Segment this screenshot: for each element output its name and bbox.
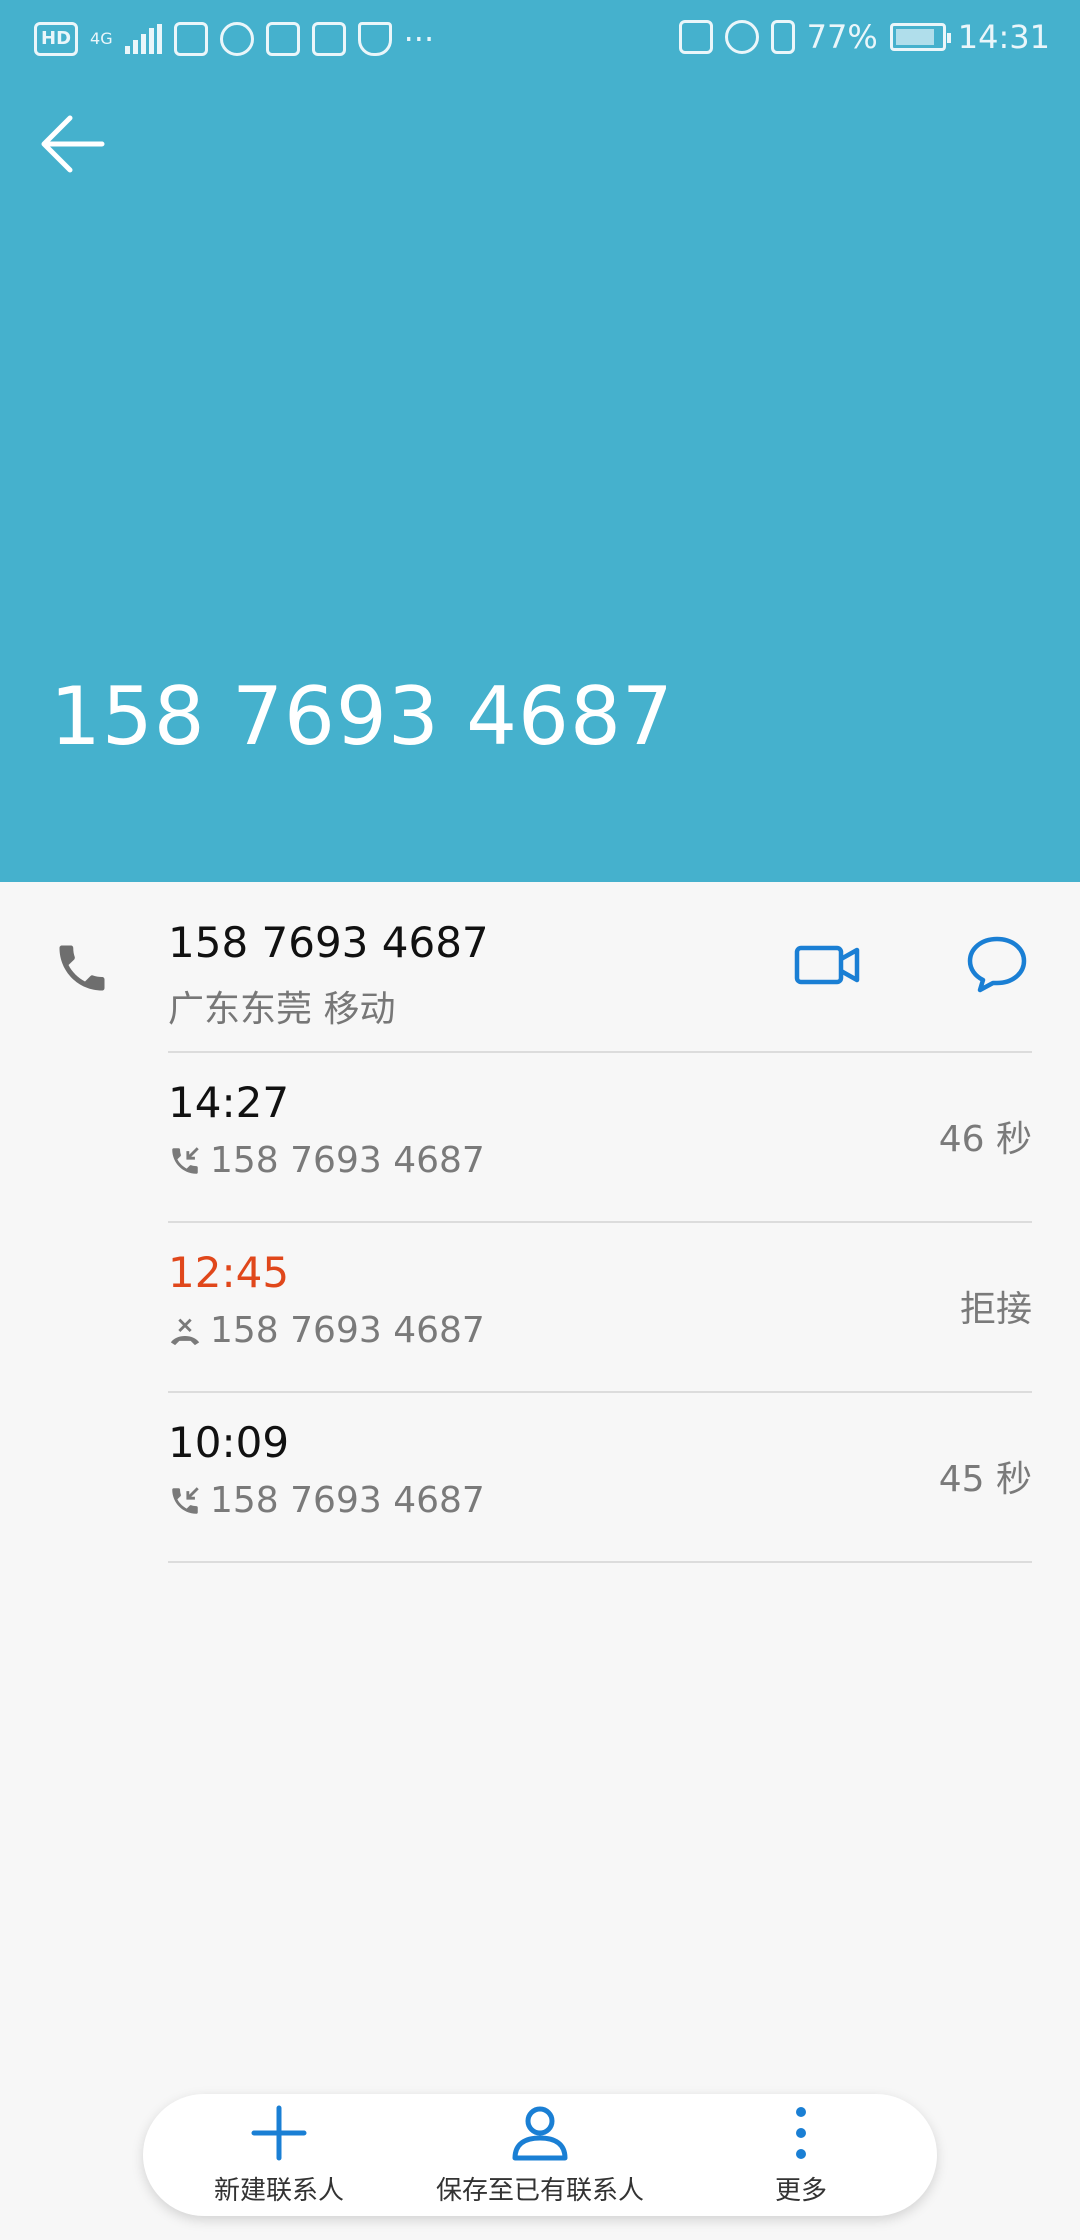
call-log-row[interactable]: 12:45 158 7693 4687 拒接: [0, 1222, 1080, 1390]
shield-icon: [357, 22, 392, 56]
call-number: 158 7693 4687: [210, 1140, 485, 1181]
video-call-icon[interactable]: [794, 940, 860, 990]
new-contact-label: 新建联系人: [213, 2176, 344, 2206]
page-title: 158 7693 4687: [50, 670, 674, 763]
contact-number: 158 7693 4687: [168, 918, 489, 967]
wechat-icon: [219, 22, 254, 56]
divider: [168, 1561, 1032, 1563]
hd-icon: HD: [34, 22, 79, 56]
call-detail: 158 7693 4687: [168, 1310, 485, 1351]
back-arrow-icon[interactable]: [38, 112, 108, 176]
save-existing-contact-button[interactable]: 保存至已有联系人: [405, 2102, 675, 2207]
alarm-icon: [724, 20, 759, 54]
plus-icon: [251, 2105, 307, 2161]
call-time: 10:09: [168, 1418, 290, 1467]
incoming-call-icon: [172, 1146, 199, 1174]
rejected-call-icon: [170, 1318, 200, 1345]
nfc-icon: [678, 20, 713, 54]
call-number: 158 7693 4687: [210, 1310, 485, 1351]
signal-icon: [124, 24, 162, 54]
header: HD 4G ··· 77% 14:31 158 7693 4687: [0, 0, 1080, 882]
call-duration: 45 秒: [938, 1459, 1032, 1500]
incoming-call-icon: [172, 1486, 199, 1514]
contact-location: 广东东莞 移动: [168, 989, 396, 1030]
more-vertical-icon: [796, 2107, 806, 2159]
new-contact-button[interactable]: 新建联系人: [199, 2102, 359, 2207]
call-number: 158 7693 4687: [210, 1480, 485, 1521]
call-log-row[interactable]: 14:27 158 7693 4687 46 秒: [0, 1052, 1080, 1220]
status-time: 14:31: [957, 18, 1050, 56]
music-app-icon: [311, 22, 346, 56]
message-icon[interactable]: [966, 934, 1028, 994]
save-existing-contact-label: 保存至已有联系人: [435, 2176, 644, 2206]
status-bar: HD 4G ··· 77% 14:31: [0, 0, 1080, 80]
battery-percent: 77%: [806, 18, 878, 56]
battery-icon: [889, 23, 951, 51]
call-log-row[interactable]: 10:09 158 7693 4687 45 秒: [0, 1392, 1080, 1560]
call-duration: 46 秒: [938, 1119, 1032, 1160]
more-notifications-icon: ···: [403, 20, 435, 58]
bottom-action-bar: 新建联系人 保存至已有联系人 更多: [143, 2094, 937, 2216]
more-label: 更多: [774, 2176, 827, 2206]
call-time: 12:45: [168, 1248, 290, 1297]
network-type-icon: 4G: [90, 29, 113, 48]
browser-app-icon: [265, 22, 300, 56]
call-detail: 158 7693 4687: [168, 1140, 485, 1181]
call-time: 14:27: [168, 1078, 290, 1127]
call-detail: 158 7693 4687: [168, 1480, 485, 1521]
person-icon: [512, 2106, 568, 2161]
shopping-app-icon: [173, 22, 208, 56]
phone-icon[interactable]: [52, 938, 112, 998]
call-status: 拒接: [959, 1289, 1032, 1330]
vibrate-icon: [770, 20, 795, 54]
contact-number-row[interactable]: 158 7693 4687 广东东莞 移动: [0, 882, 1080, 1052]
more-button[interactable]: 更多: [741, 2102, 861, 2207]
